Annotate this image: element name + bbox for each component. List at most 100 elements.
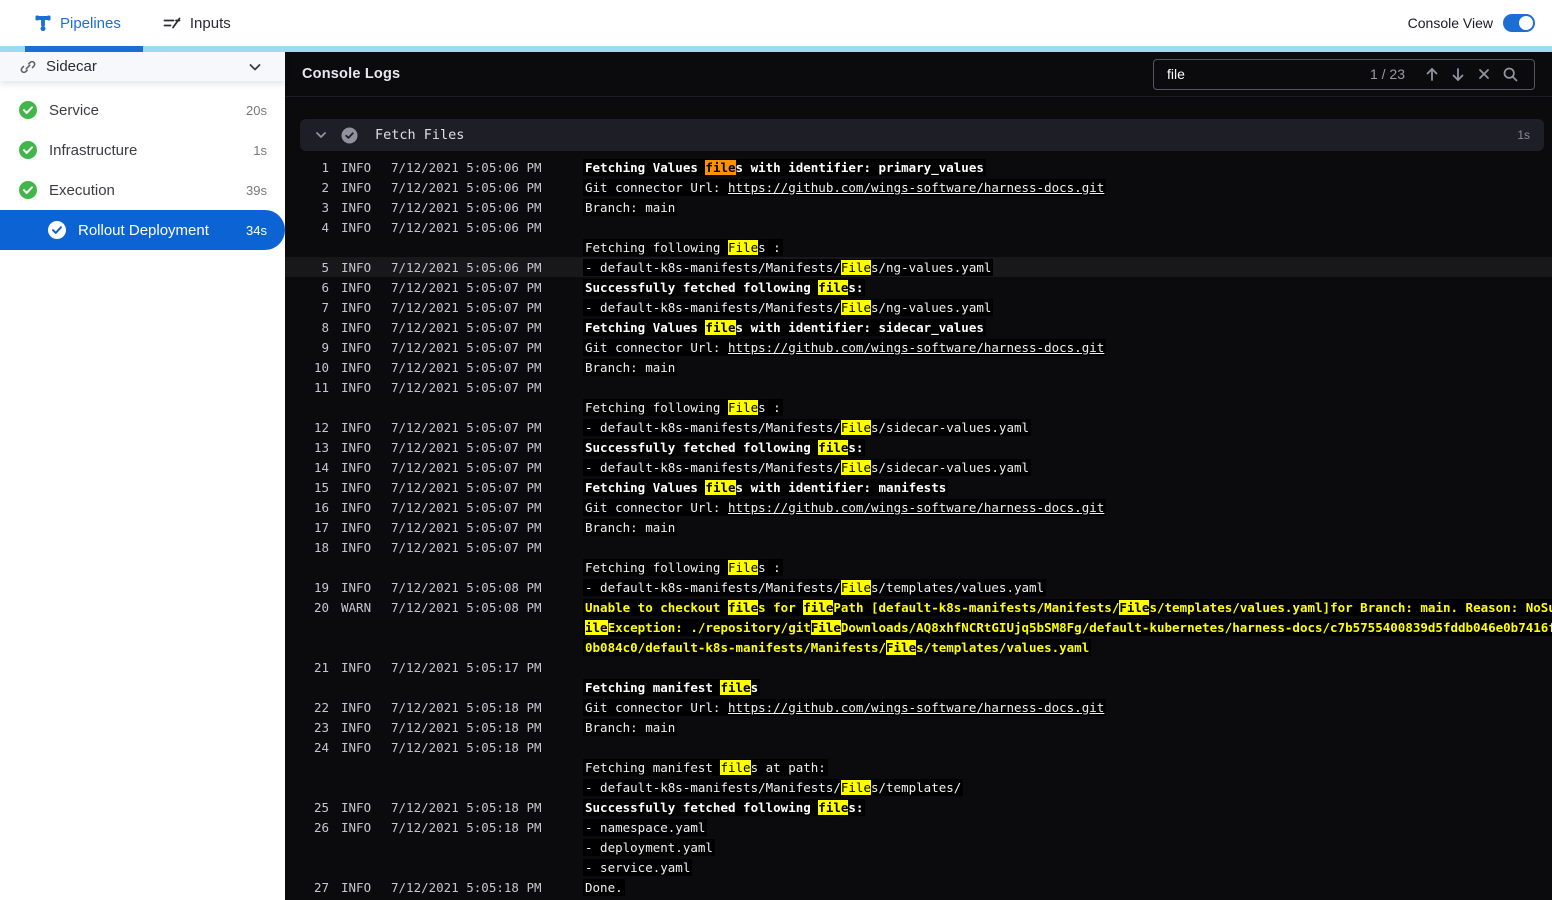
log-row: 7 INFO 7/12/2021 5:05:07 PM - default-k8s-m… bbox=[285, 297, 1552, 317]
pipeline-header[interactable]: Sidecar bbox=[0, 52, 285, 81]
log-line-number: 27 bbox=[313, 879, 329, 895]
tab-inputs[interactable]: Inputs bbox=[161, 0, 233, 46]
log-text: - default-k8s-manifests/Manifests/ bbox=[585, 419, 841, 435]
log-row: 4 INFO 7/12/2021 5:05:06 PM bbox=[285, 217, 1552, 237]
log-message: - default-k8s-manifests/Manifests/Files/… bbox=[583, 458, 1032, 476]
log-timestamp: 7/12/2021 5:05:07 PM bbox=[391, 519, 542, 535]
search-match: File bbox=[840, 419, 871, 435]
log-line-number: 18 bbox=[313, 539, 329, 555]
log-timestamp: 7/12/2021 5:05:07 PM bbox=[391, 379, 542, 395]
sidebar-item-service[interactable]: Service 20s bbox=[0, 90, 285, 130]
log-line-number: 15 bbox=[313, 479, 329, 495]
log-line-number: 3 bbox=[321, 199, 329, 215]
step-label: Execution bbox=[49, 181, 115, 199]
log-row: 26 INFO 7/12/2021 5:05:18 PM - namespace.ya… bbox=[285, 817, 1552, 837]
log-message: Successfully fetched following files: bbox=[583, 438, 866, 456]
log-row: 2 INFO 7/12/2021 5:05:06 PM Git connector U… bbox=[285, 177, 1552, 197]
log-row: 9 INFO 7/12/2021 5:05:07 PM Git connector U… bbox=[285, 337, 1552, 357]
log-timestamp: 7/12/2021 5:05:07 PM bbox=[391, 419, 542, 435]
log-line-number: 23 bbox=[313, 719, 329, 735]
log-link[interactable]: https://github.com/wings-software/harnes… bbox=[728, 180, 1104, 195]
log-level: INFO bbox=[341, 359, 372, 375]
log-row: 3 INFO 7/12/2021 5:05:06 PM Branch: main bbox=[285, 197, 1552, 217]
active-tab-underline bbox=[25, 46, 143, 52]
log-line-number: 25 bbox=[313, 799, 329, 815]
search-match: file bbox=[818, 799, 849, 815]
log-text: Git connector Url: bbox=[585, 499, 728, 515]
log-link[interactable]: https://github.com/wings-software/harnes… bbox=[728, 700, 1104, 715]
search-match: file bbox=[728, 599, 759, 615]
search-input[interactable] bbox=[1165, 65, 1370, 83]
log-level: INFO bbox=[341, 519, 372, 535]
log-level: WARN bbox=[341, 599, 372, 615]
log-warn-text: Path [default-k8s-manifests/Manifests/ bbox=[833, 599, 1120, 615]
log-text: s with identifier: primary_values bbox=[735, 159, 984, 175]
log-text: - default-k8s-manifests/Manifests/ bbox=[585, 299, 841, 315]
log-timestamp: 7/12/2021 5:05:06 PM bbox=[391, 179, 542, 195]
clear-search-icon[interactable] bbox=[1471, 61, 1497, 87]
search-icon[interactable] bbox=[1497, 61, 1523, 87]
log-level: INFO bbox=[341, 499, 372, 515]
log-level: INFO bbox=[341, 459, 372, 475]
log-timestamp: 7/12/2021 5:05:07 PM bbox=[391, 319, 542, 335]
sidebar-item-rollout-deployment[interactable]: Rollout Deployment 34s bbox=[0, 210, 285, 250]
log-text: s/sidecar-values.yaml bbox=[870, 459, 1030, 475]
log-row: 6 INFO 7/12/2021 5:05:07 PM Successfully fe… bbox=[285, 277, 1552, 297]
log-message: Branch: main bbox=[583, 358, 678, 376]
tab-pipelines[interactable]: Pipelines bbox=[33, 0, 123, 46]
log-message: Fetching following Files : bbox=[583, 558, 783, 576]
log-timestamp: 7/12/2021 5:05:18 PM bbox=[391, 799, 542, 815]
log-message: - namespace.yaml bbox=[583, 818, 708, 836]
log-message: Fetching Values files with identifier: m… bbox=[583, 478, 949, 496]
log-text: Branch: main bbox=[585, 359, 676, 375]
sidebar-item-execution[interactable]: Execution 39s bbox=[0, 170, 285, 210]
log-row: 14 INFO 7/12/2021 5:05:07 PM - default-k8s-… bbox=[285, 457, 1552, 477]
log-timestamp: 7/12/2021 5:05:18 PM bbox=[391, 819, 542, 835]
step-label: Service bbox=[49, 101, 100, 119]
search-match: File bbox=[840, 579, 871, 595]
log-line-number: 24 bbox=[313, 739, 329, 755]
log-message: Fetching following Files : bbox=[583, 398, 783, 416]
next-match-icon[interactable] bbox=[1445, 61, 1471, 87]
log-section-title: Fetch Files bbox=[375, 127, 465, 143]
log-row: ileException: ./repository/gitFileDownlo… bbox=[285, 617, 1552, 637]
search-match: File bbox=[1119, 599, 1150, 615]
pipeline-icon bbox=[35, 15, 51, 32]
log-section-header[interactable]: Fetch Files 1s bbox=[300, 119, 1544, 151]
sidebar-item-infrastructure[interactable]: Infrastructure 1s bbox=[0, 130, 285, 170]
toggle-knob bbox=[1519, 16, 1533, 30]
log-line-number: 14 bbox=[313, 459, 329, 475]
tab-pipelines-label: Pipelines bbox=[60, 14, 121, 32]
log-level: INFO bbox=[341, 379, 372, 395]
previous-match-icon[interactable] bbox=[1419, 61, 1445, 87]
log-text: Fetching Values bbox=[585, 319, 706, 335]
log-line-number: 9 bbox=[321, 339, 329, 355]
log-link[interactable]: https://github.com/wings-software/harnes… bbox=[728, 340, 1104, 355]
log-line-number: 21 bbox=[313, 659, 329, 675]
log-link[interactable]: https://github.com/wings-software/harnes… bbox=[728, 500, 1104, 515]
step-success-icon bbox=[341, 127, 358, 144]
log-level: INFO bbox=[341, 579, 372, 595]
console-view-toggle[interactable] bbox=[1503, 14, 1535, 32]
log-text: Successfully fetched following bbox=[585, 279, 819, 295]
log-text: Successfully fetched following bbox=[585, 799, 819, 815]
log-text: Fetching following bbox=[585, 559, 728, 575]
log-row: 11 INFO 7/12/2021 5:05:07 PM bbox=[285, 377, 1552, 397]
log-level: INFO bbox=[341, 659, 372, 675]
log-text: - default-k8s-manifests/Manifests/ bbox=[585, 459, 841, 475]
log-row: 21 INFO 7/12/2021 5:05:17 PM bbox=[285, 657, 1552, 677]
log-timestamp: 7/12/2021 5:05:06 PM bbox=[391, 199, 542, 215]
log-message: Successfully fetched following files: bbox=[583, 798, 866, 816]
log-line-number: 22 bbox=[313, 699, 329, 715]
log-line-number: 20 bbox=[313, 599, 329, 615]
log-timestamp: 7/12/2021 5:05:06 PM bbox=[391, 159, 542, 175]
log-text: Git connector Url: bbox=[585, 179, 728, 195]
log-text: s: bbox=[848, 439, 864, 455]
log-timestamp: 7/12/2021 5:05:07 PM bbox=[391, 499, 542, 515]
collapse-chevron-icon[interactable] bbox=[314, 128, 328, 142]
log-message: - deployment.yaml bbox=[583, 838, 715, 856]
log-line-number: 19 bbox=[313, 579, 329, 595]
log-message: Fetching Values files with identifier: s… bbox=[583, 318, 986, 336]
log-line-number: 12 bbox=[313, 419, 329, 435]
chevron-down-icon[interactable] bbox=[247, 59, 263, 75]
